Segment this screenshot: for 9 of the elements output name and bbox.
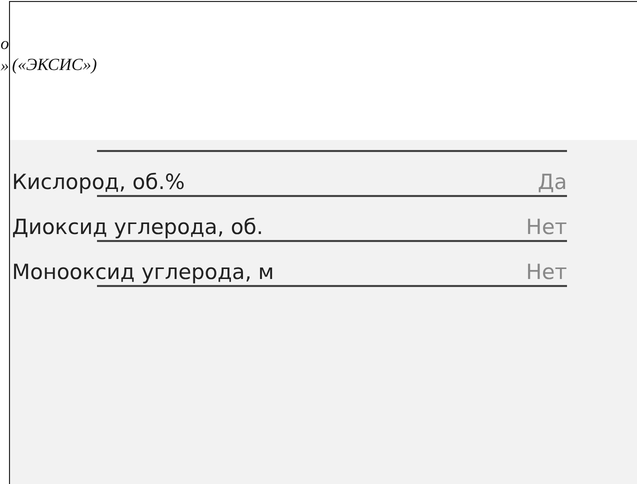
parameter-value: Нет (526, 214, 567, 238)
text-fragment: » (0, 56, 9, 75)
caption-text: («ЭКСИС») (12, 55, 97, 74)
parameter-value: Нет (526, 260, 567, 284)
parameter-label: Диоксид углерода, об. (12, 214, 264, 238)
parameter-label: Монооксид углерода, м (12, 260, 274, 284)
parameter-value: Да (538, 170, 567, 194)
parameter-label: Кислород, об.% (12, 170, 185, 194)
text-fragment: о (0, 34, 9, 53)
